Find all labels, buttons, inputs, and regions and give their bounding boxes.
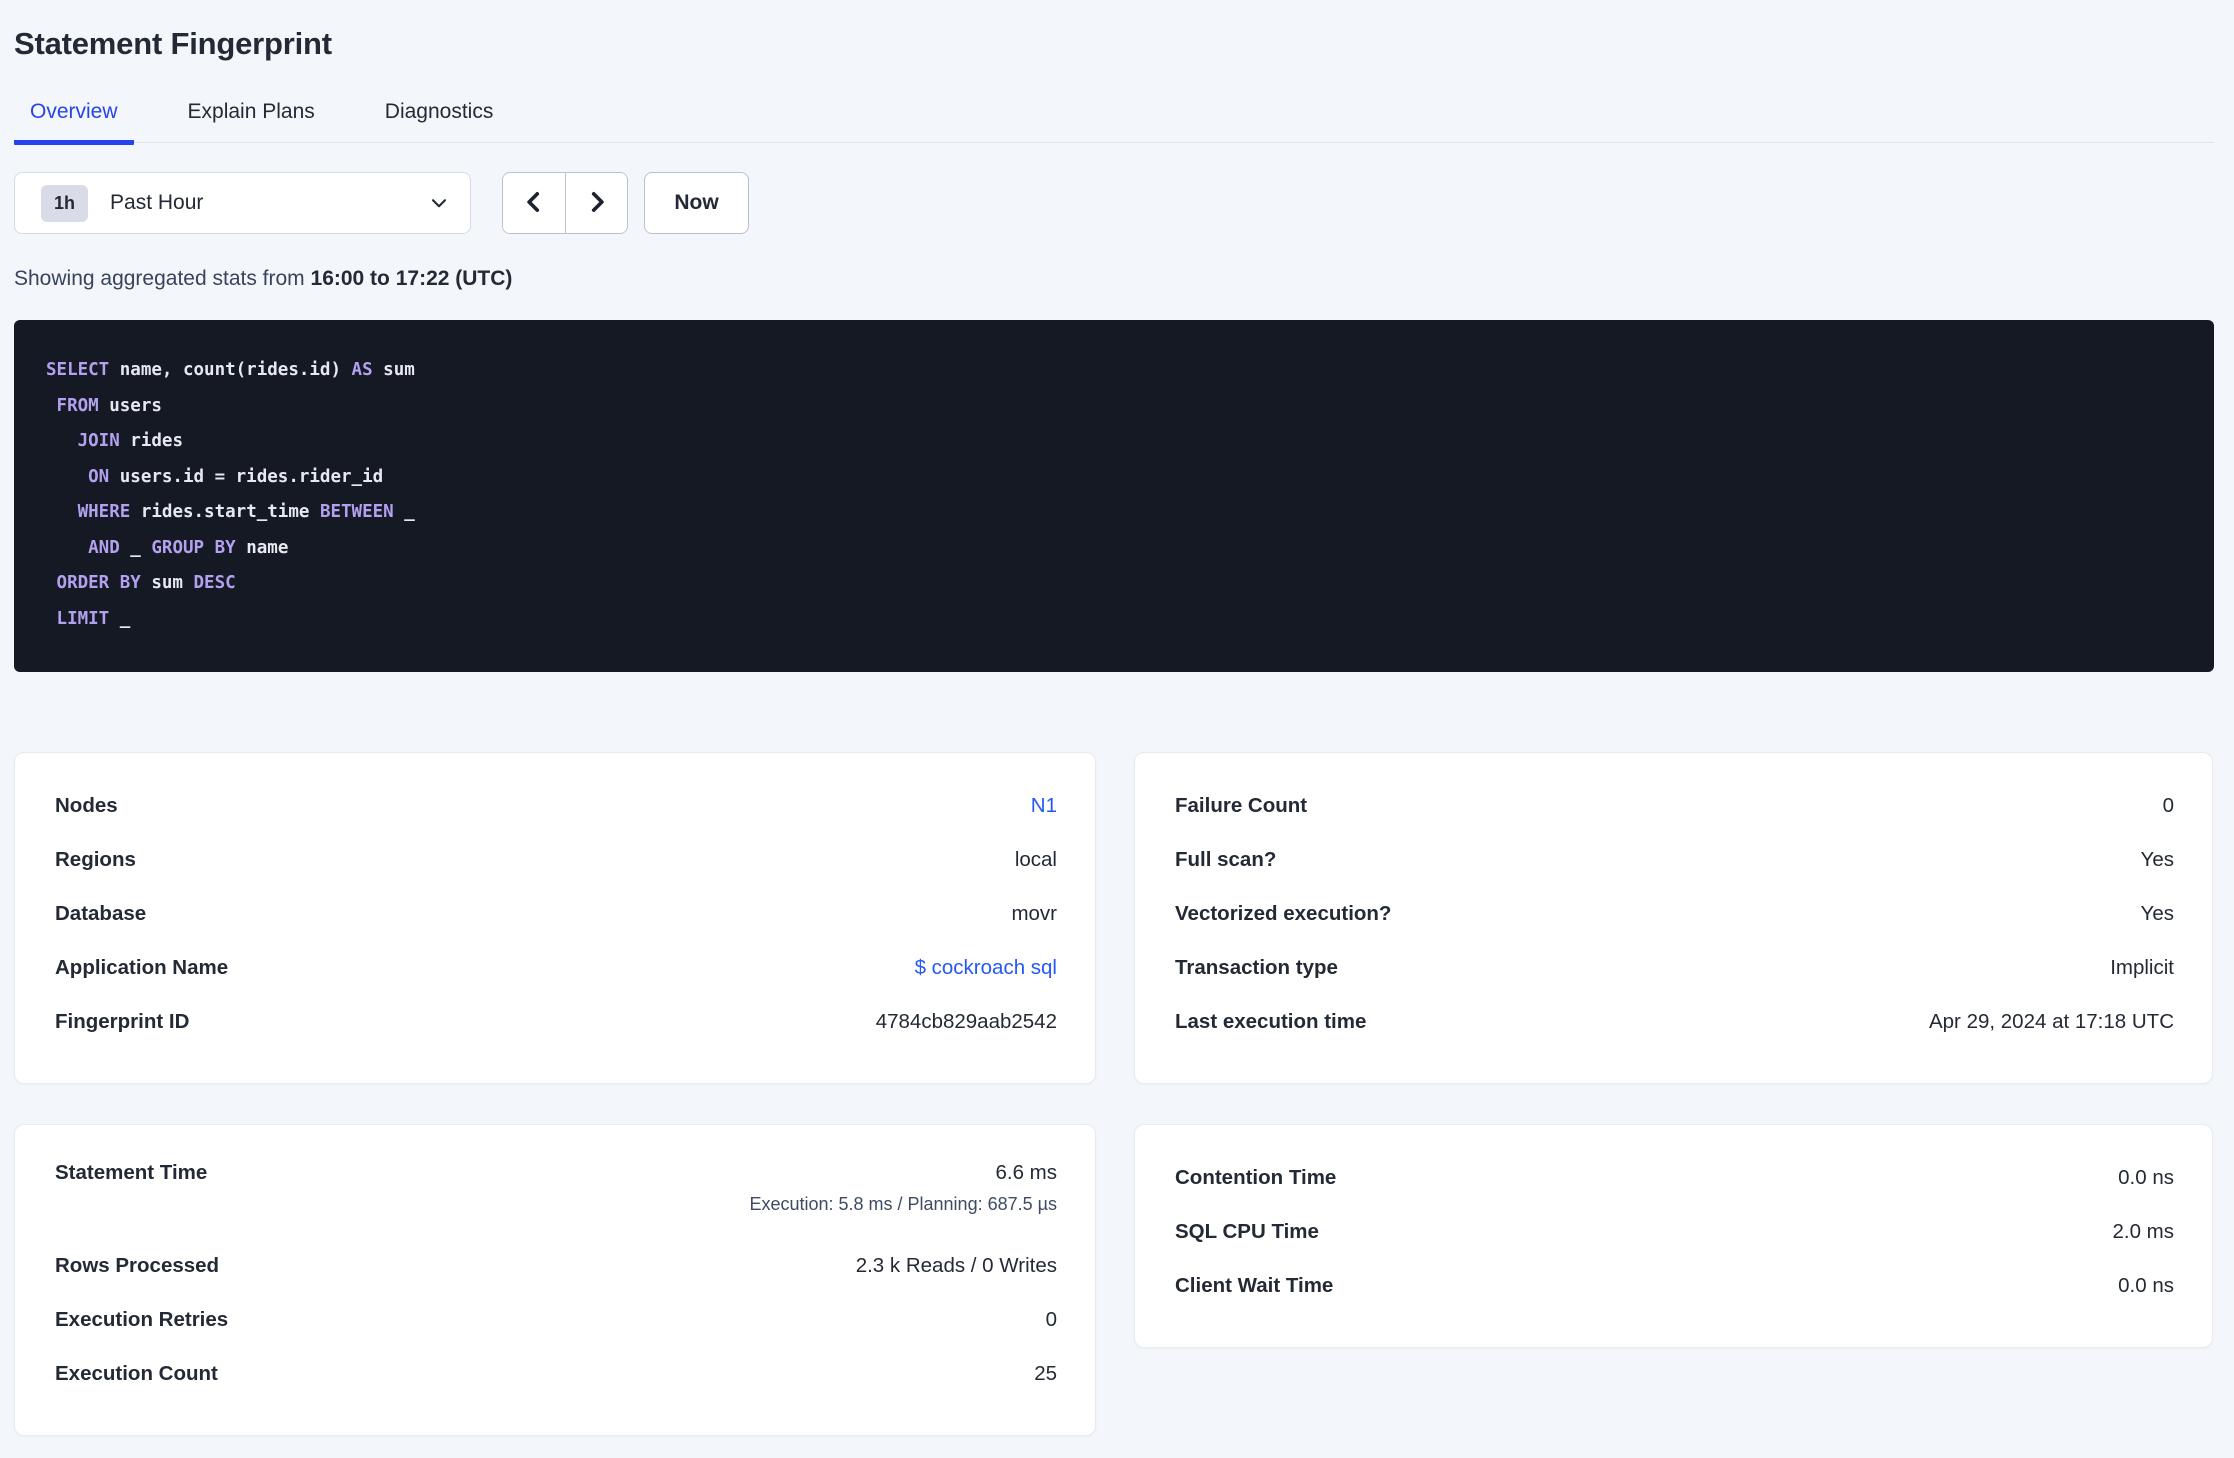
row-last-execution-time: Last execution time Apr 29, 2024 at 17:1… [1175,995,2174,1049]
row-value: Implicit [2110,956,2174,979]
row-transaction-type: Transaction type Implicit [1175,941,2174,995]
row-label: Application Name [55,956,229,979]
row-label: Failure Count [1175,794,1308,817]
row-label: Full scan? [1175,848,1277,871]
sql-line: JOIN rides [46,431,183,451]
prev-range-button[interactable] [503,173,565,233]
row-label: Rows Processed [55,1254,220,1277]
row-label: Regions [55,848,136,871]
row-value: 0.0 ns [2118,1166,2174,1189]
row-regions: Regions local [55,833,1057,887]
sql-line: FROM users [46,395,162,416]
row-value: 0 [2162,794,2174,817]
summary-cards: Nodes N1 Regions local Database movr App… [14,752,2214,1436]
row-label: Statement Time [55,1161,208,1184]
aggregated-stats-range: 16:00 to 17:22 (UTC) [310,267,513,290]
row-label: Database [55,902,147,925]
row-label: SQL CPU Time [1175,1220,1319,1243]
row-label: Execution Retries [55,1308,229,1331]
row-rows-processed: Rows Processed 2.3 k Reads / 0 Writes [55,1239,1057,1293]
row-contention-time: Contention Time 0.0 ns [1175,1151,2174,1205]
row-full-scan: Full scan? Yes [1175,833,2174,887]
tab-overview[interactable]: Overview [14,100,134,145]
row-statement-time: Statement Time 6.6 ms Execution: 5.8 ms … [55,1151,1057,1239]
chevron-right-icon [584,189,610,218]
row-fingerprint-id: Fingerprint ID 4784cb829aab2542 [55,995,1057,1049]
row-application-name: Application Name $ cockroach sql [55,941,1057,995]
page-title: Statement Fingerprint [14,26,332,61]
row-database: Database movr [55,887,1057,941]
sql-statement: SELECT name, count(rides.id) AS sum FROM… [46,353,2184,637]
row-value: movr [1011,902,1057,925]
time-range-badge: 1h [41,184,89,222]
tab-diagnostics[interactable]: Diagnostics [369,100,510,145]
row-label: Fingerprint ID [55,1010,190,1033]
now-button[interactable]: Now [644,172,749,234]
row-label: Transaction type [1175,956,1338,979]
aggregated-stats-prefix: Showing aggregated stats from [14,267,311,290]
statement-fingerprint-page: Statement Fingerprint Overview Explain P… [0,0,2234,1436]
row-label: Execution Count [55,1362,218,1385]
row-value: 4784cb829aab2542 [875,1010,1057,1033]
sql-line: ON users.id = rides.rider_id [46,466,384,487]
row-value: 25 [1034,1362,1057,1385]
row-failure-count: Failure Count 0 [1175,779,2174,833]
application-name-link[interactable]: $ cockroach sql [915,956,1057,980]
row-label: Last execution time [1175,1010,1367,1033]
row-execution-retries: Execution Retries 0 [55,1293,1057,1347]
row-value: 2.3 k Reads / 0 Writes [855,1254,1057,1277]
sql-line: SELECT name, count(rides.id) AS sum [46,360,415,380]
row-value: 2.0 ms [2112,1220,2174,1243]
row-value: 6.6 ms [995,1161,1057,1184]
sql-line: LIMIT _ [46,608,131,629]
row-nodes: Nodes N1 [55,779,1057,833]
row-value: Yes [2140,902,2174,925]
chevron-down-icon [428,192,450,214]
chevron-left-icon [521,189,547,218]
sql-line: WHERE rides.start_time BETWEEN _ [46,502,415,522]
row-sql-cpu-time: SQL CPU Time 2.0 ms [1175,1205,2174,1259]
row-execution-count: Execution Count 25 [55,1347,1057,1401]
row-value: 0 [1045,1308,1057,1331]
time-range-select[interactable]: 1h Past Hour [14,172,471,234]
time-nav-group [502,172,628,234]
nodes-link[interactable]: N1 [1031,794,1057,818]
row-vectorized-execution: Vectorized execution? Yes [1175,887,2174,941]
row-value: 0.0 ns [2118,1274,2174,1297]
sql-line: AND _ GROUP BY name [46,537,289,558]
wait-times-card: Contention Time 0.0 ns SQL CPU Time 2.0 … [1134,1124,2213,1348]
row-value: Apr 29, 2024 at 17:18 UTC [1928,1010,2174,1033]
aggregated-stats-text: Showing aggregated stats from 16:00 to 1… [14,267,2214,291]
statement-times-card: Statement Time 6.6 ms Execution: 5.8 ms … [14,1124,1096,1436]
sql-line: ORDER BY sum DESC [46,573,236,593]
overview-card: Nodes N1 Regions local Database movr App… [14,752,1096,1084]
tab-explain-plans[interactable]: Explain Plans [172,100,331,145]
row-subvalue: Execution: 5.8 ms / Planning: 687.5 µs [749,1194,1057,1214]
tab-bar: Overview Explain Plans Diagnostics [14,100,2214,145]
row-client-wait-time: Client Wait Time 0.0 ns [1175,1259,2174,1313]
time-controls: 1h Past Hour Now [14,172,2214,234]
row-value: Yes [2140,848,2174,871]
time-range-label: Past Hour [110,191,204,214]
row-label: Nodes [55,794,118,817]
row-value: local [1014,848,1057,871]
execution-attributes-card: Failure Count 0 Full scan? Yes Vectorize… [1134,752,2213,1084]
sql-statement-box: SELECT name, count(rides.id) AS sum FROM… [14,320,2214,672]
next-range-button[interactable] [565,173,627,233]
row-label: Vectorized execution? [1175,902,1392,925]
row-label: Client Wait Time [1175,1274,1334,1297]
row-label: Contention Time [1175,1166,1337,1189]
